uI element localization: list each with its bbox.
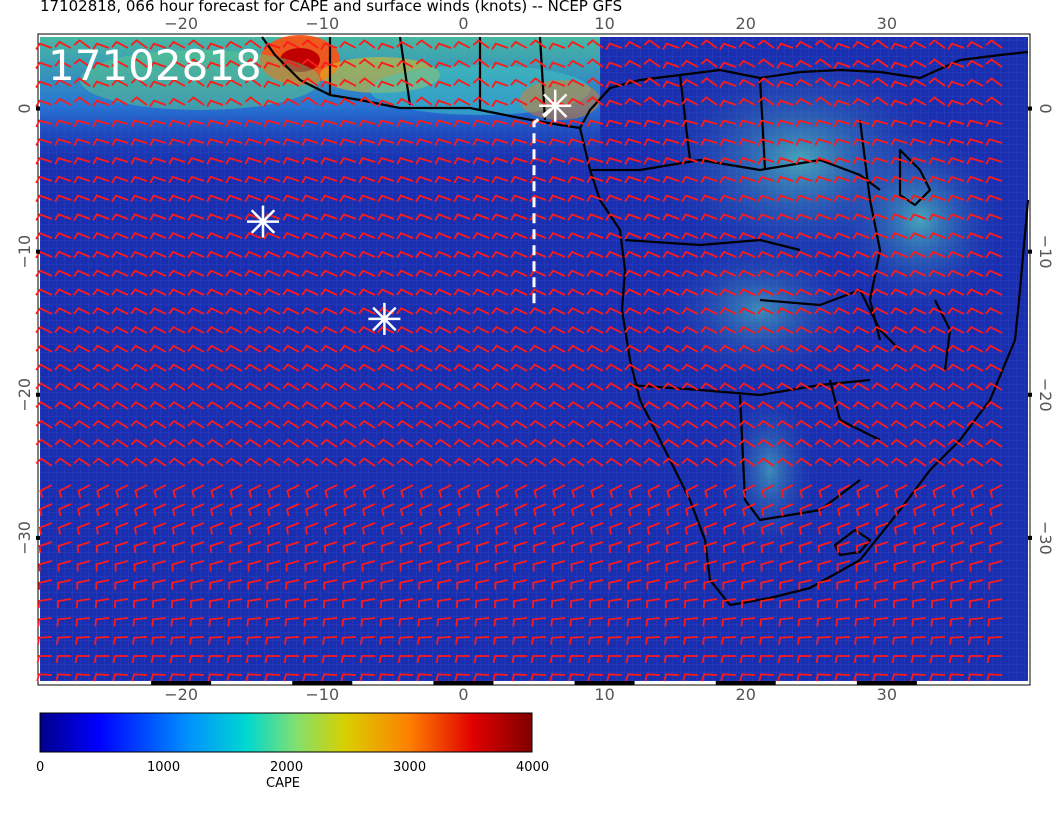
left-lat-tick: −10 [15, 235, 34, 269]
right-lat-tick: −30 [1036, 521, 1055, 555]
star-marker [539, 89, 572, 122]
axis-tick-mark [1028, 249, 1032, 254]
map-figure: −20 −20 −10 −10 0 0 10 10 20 20 30 30 0 0 −10 −10 −20 −20… [15, 14, 1055, 753]
right-lat-tick: 0 [1036, 103, 1055, 113]
bottom-lon-tick: 30 [877, 685, 897, 704]
top-lon-tick: 20 [736, 14, 756, 33]
top-lon-tick: 30 [877, 14, 897, 33]
axis-tick-bar [715, 681, 776, 685]
top-lon-tick: −20 [164, 14, 198, 33]
colorbar-tick-label: 1000 [147, 760, 181, 775]
colorbar-tick-label: 0 [36, 760, 45, 775]
top-lon-tick: 10 [594, 14, 614, 33]
top-lon-tick: 0 [458, 14, 468, 33]
axis-tick-bar [292, 681, 353, 685]
axis-tick-bar [433, 681, 494, 685]
colorbar [39, 712, 533, 753]
colorbar-title: CAPE [266, 776, 301, 791]
colorbar-tick-label: 2000 [270, 760, 304, 775]
left-lat-tick: −30 [15, 521, 34, 555]
star-marker [247, 205, 279, 238]
left-lat-tick: 0 [15, 103, 34, 113]
left-lat-tick: −20 [15, 378, 34, 412]
star-marker [368, 302, 401, 335]
axis-tick-mark [36, 106, 40, 111]
date-label: 17102818 [48, 41, 262, 90]
right-lat-tick: −10 [1036, 235, 1055, 269]
top-lon-tick: −10 [305, 14, 339, 33]
bottom-lon-tick: −10 [305, 685, 339, 704]
axis-tick-bar [856, 681, 917, 685]
colorbar-tick-label: 4000 [516, 760, 550, 775]
right-lat-tick: −20 [1036, 378, 1055, 412]
colorbar-tick-label: 3000 [393, 760, 427, 775]
bottom-lon-tick: −20 [164, 685, 198, 704]
bottom-lon-tick: 0 [458, 685, 468, 704]
axis-tick-mark [36, 535, 40, 540]
axis-tick-bar [151, 681, 212, 685]
axis-tick-bar [574, 681, 635, 685]
axis-tick-mark [1028, 535, 1032, 540]
bottom-lon-tick: 20 [736, 685, 756, 704]
axis-tick-mark [1028, 392, 1032, 397]
bottom-lon-tick: 10 [594, 685, 614, 704]
axis-tick-mark [36, 249, 40, 254]
axis-tick-mark [1028, 106, 1032, 111]
axis-tick-mark [36, 392, 40, 397]
